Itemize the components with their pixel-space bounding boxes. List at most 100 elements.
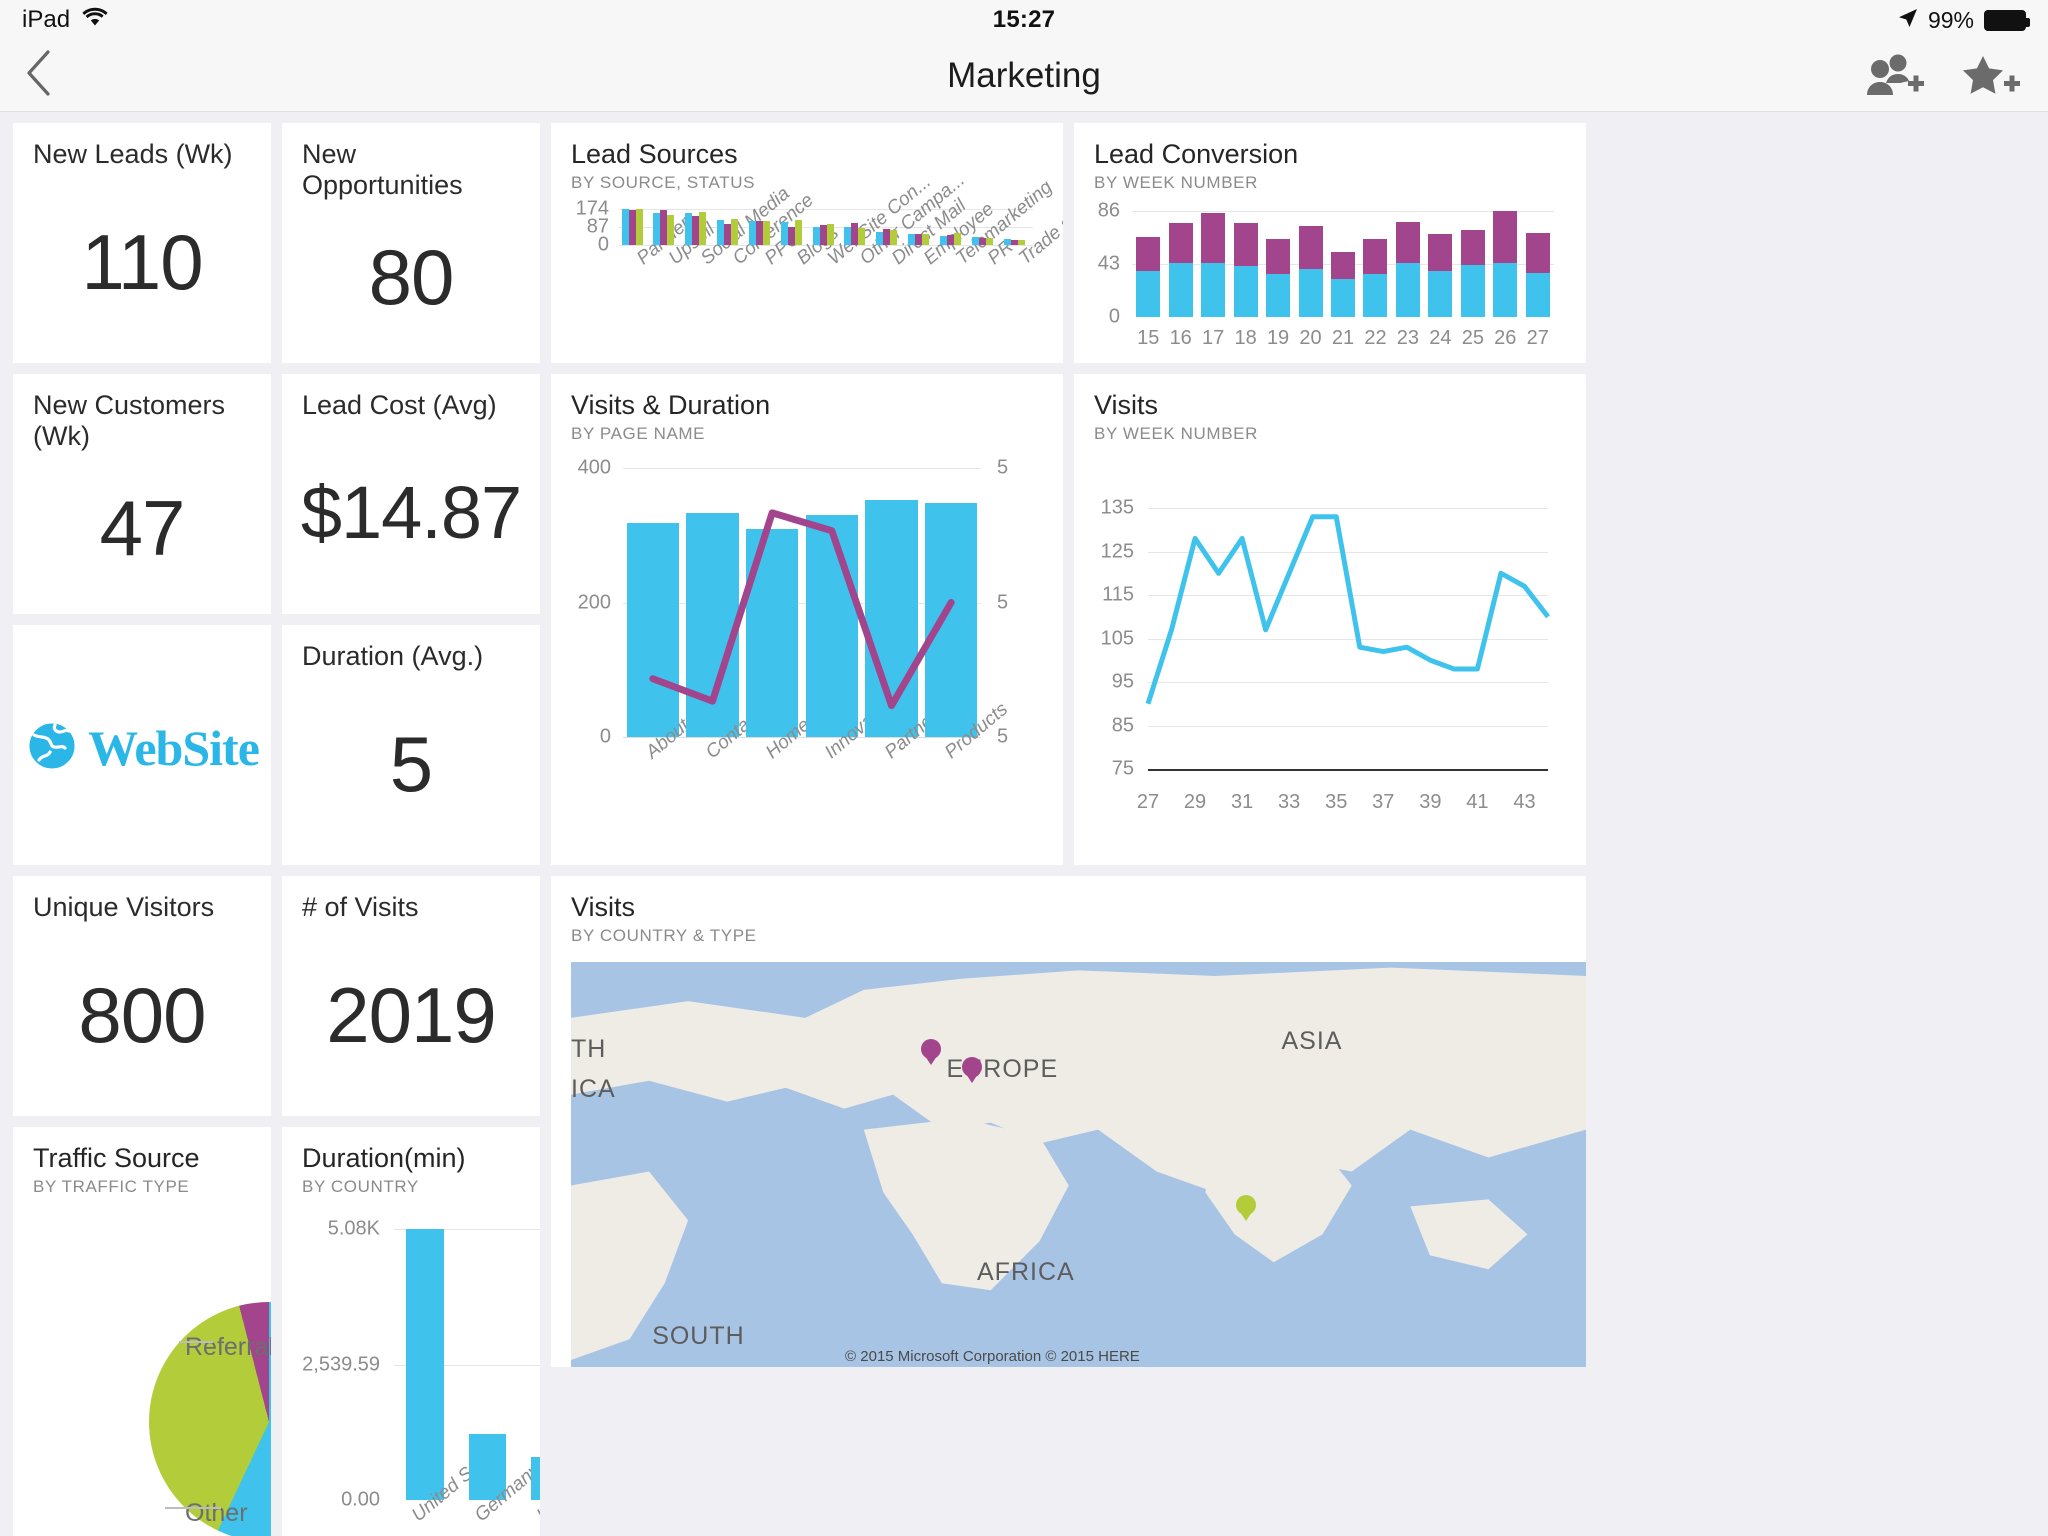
chart-subtitle: BY COUNTRY & TYPE bbox=[571, 926, 757, 946]
bar-status-3 bbox=[890, 229, 898, 245]
bar-status-2 bbox=[660, 210, 668, 245]
globe-icon bbox=[25, 719, 79, 778]
bar-status-1 bbox=[812, 227, 820, 245]
bar-duration bbox=[406, 1229, 444, 1500]
map-pin-uk[interactable] bbox=[921, 1039, 942, 1060]
chart-title: Visits & Duration bbox=[571, 390, 771, 420]
kpi-lead-cost[interactable]: Lead Cost (Avg) $14.87 bbox=[282, 374, 540, 614]
bar-remaining bbox=[1136, 236, 1161, 272]
traffic-source-pie: OrganicReferralOther bbox=[13, 1207, 271, 1536]
kpi-num-visits[interactable]: # of Visits 2019 bbox=[282, 876, 540, 1116]
map-label-north-partial: TH bbox=[571, 1034, 607, 1063]
kpi-value: 80 bbox=[368, 233, 455, 321]
bar-status-2 bbox=[724, 224, 732, 245]
website-logo-text: WebSite bbox=[88, 720, 260, 776]
chart-subtitle: BY TRAFFIC TYPE bbox=[33, 1177, 190, 1197]
dashboard-grid: New Leads (Wk) 110 New Opportunities 80 … bbox=[0, 112, 2048, 1536]
chart-title: Lead Conversion bbox=[1094, 139, 1299, 169]
gridline bbox=[1132, 211, 1554, 212]
world-map[interactable]: ASIA EUROPE AFRICA SOUTH TH ICA © 2015 M… bbox=[571, 962, 1586, 1367]
chart-card-visits-duration[interactable]: Visits & Duration BY PAGE NAME 0 5 200 5 400… bbox=[551, 374, 1063, 865]
bar-status-2 bbox=[787, 226, 795, 245]
bar-status-3 bbox=[667, 215, 675, 245]
chart-title: Traffic Source bbox=[33, 1143, 200, 1173]
bar-status-1 bbox=[748, 220, 756, 245]
bar-converted bbox=[1136, 271, 1161, 317]
bar-status-2 bbox=[883, 229, 891, 245]
x-tick-label: 18 bbox=[1234, 327, 1257, 349]
y-tick-label: 174 bbox=[575, 197, 609, 220]
bar-converted bbox=[1330, 278, 1355, 317]
status-bar: iPad 15:27 99% bbox=[0, 0, 2048, 40]
chart-card-duration-country[interactable]: Duration(min) BY COUNTRY 0.00 2,539.59 5.0… bbox=[282, 1127, 540, 1536]
bar-remaining bbox=[1428, 234, 1453, 272]
website-logo-tile[interactable]: WebSite bbox=[13, 625, 271, 865]
map-label-africa: AFRICA bbox=[977, 1257, 1075, 1286]
bar-status-3 bbox=[794, 220, 802, 245]
bar-converted bbox=[1201, 262, 1226, 317]
clock: 15:27 bbox=[992, 6, 1056, 33]
nav-bar: Marketing bbox=[0, 40, 2048, 112]
x-tick-label: 16 bbox=[1169, 327, 1192, 349]
bar-converted bbox=[1233, 266, 1258, 317]
bar-remaining bbox=[1298, 225, 1323, 269]
x-tick-label: 21 bbox=[1331, 327, 1355, 349]
kpi-label: New Opportunities bbox=[302, 139, 463, 200]
chart-card-lead-conversion[interactable]: Lead Conversion BY WEEK NUMBER 0 43 86 15 16… bbox=[1074, 123, 1586, 363]
map-pin-india[interactable] bbox=[1235, 1195, 1256, 1215]
x-tick-label: 19 bbox=[1266, 327, 1290, 349]
bar-converted bbox=[1363, 273, 1388, 317]
bar-converted bbox=[1395, 262, 1420, 317]
kpi-new-opportunities[interactable]: New Opportunities 80 bbox=[282, 123, 540, 363]
kpi-new-customers[interactable]: New Customers (Wk) 47 bbox=[13, 374, 271, 614]
bar-remaining bbox=[1330, 251, 1355, 279]
bar-status-2 bbox=[628, 210, 636, 245]
kpi-unique-visitors[interactable]: Unique Visitors 800 bbox=[13, 876, 271, 1116]
chart-card-lead-sources[interactable]: Lead Sources BY SOURCE, STATUS 087174Par… bbox=[551, 123, 1063, 363]
kpi-duration-avg[interactable]: Duration (Avg.) 5 bbox=[282, 625, 540, 865]
x-tick-label: 20 bbox=[1299, 327, 1322, 349]
map-pin-germany[interactable] bbox=[961, 1057, 982, 1078]
kpi-new-leads[interactable]: New Leads (Wk) 110 bbox=[13, 123, 271, 363]
chart-subtitle: BY PAGE NAME bbox=[571, 424, 706, 444]
x-tick-label: 37 bbox=[1372, 791, 1395, 813]
kpi-value: 2019 bbox=[326, 970, 497, 1059]
bar-status-3 bbox=[826, 223, 834, 245]
chart-card-visits-week[interactable]: Visits BY WEEK NUMBER 75 85 95 105 115 125 135… bbox=[1074, 374, 1586, 865]
kpi-label: Duration (Avg.) bbox=[302, 641, 484, 671]
map-label-america-partial: ICA bbox=[571, 1075, 616, 1104]
kpi-label: New Customers (Wk) bbox=[33, 390, 226, 451]
bar-converted bbox=[1168, 262, 1193, 317]
bar-status-2 bbox=[819, 224, 827, 245]
add-people-icon[interactable] bbox=[1864, 53, 1926, 99]
chart-subtitle: BY WEEK NUMBER bbox=[1094, 424, 1258, 444]
chart-card-traffic-source[interactable]: Traffic Source BY TRAFFIC TYPE OrganicRe… bbox=[13, 1127, 271, 1536]
bar-status-1 bbox=[876, 232, 884, 245]
bar-remaining bbox=[1525, 233, 1550, 273]
map-label-asia: ASIA bbox=[1281, 1026, 1343, 1055]
duration-country-plot: 0.002,539.595.08KUnited StatesGermanyUni… bbox=[282, 1207, 540, 1536]
bar-status-1 bbox=[940, 236, 947, 245]
x-tick-label: 27 bbox=[1136, 791, 1160, 813]
bar-converted bbox=[1266, 273, 1291, 317]
y-tick-label: 0 bbox=[1108, 305, 1120, 328]
bar-status-3 bbox=[731, 218, 739, 245]
kpi-value: 47 bbox=[99, 484, 186, 572]
x-tick-label: 27 bbox=[1526, 327, 1549, 349]
visits-week-plot: 75 85 95 105 115 125 135 27 29 31 33 35 37 39 41 43 bbox=[1074, 450, 1586, 865]
y-tick-label: 2,539.59 bbox=[302, 1353, 380, 1376]
x-tick-label: 17 bbox=[1202, 327, 1225, 349]
map-card-visits-by-country[interactable]: Visits BY COUNTRY & TYPE ASIA EUROPE AFR… bbox=[551, 876, 1586, 1367]
x-tick-label: 39 bbox=[1419, 791, 1442, 813]
bar-status-1 bbox=[621, 209, 629, 245]
bar-status-2 bbox=[692, 216, 700, 245]
add-favorite-star-icon[interactable] bbox=[1960, 53, 2022, 99]
bar-status-2 bbox=[947, 235, 954, 245]
bar-status-1 bbox=[780, 221, 788, 245]
x-tick-label: 41 bbox=[1466, 791, 1489, 813]
bar-status-2 bbox=[1010, 240, 1018, 245]
kpi-label: Unique Visitors bbox=[33, 892, 215, 922]
bar-status-3 bbox=[922, 233, 930, 245]
x-tick-label: 22 bbox=[1364, 327, 1387, 349]
bar-converted bbox=[1428, 271, 1453, 317]
